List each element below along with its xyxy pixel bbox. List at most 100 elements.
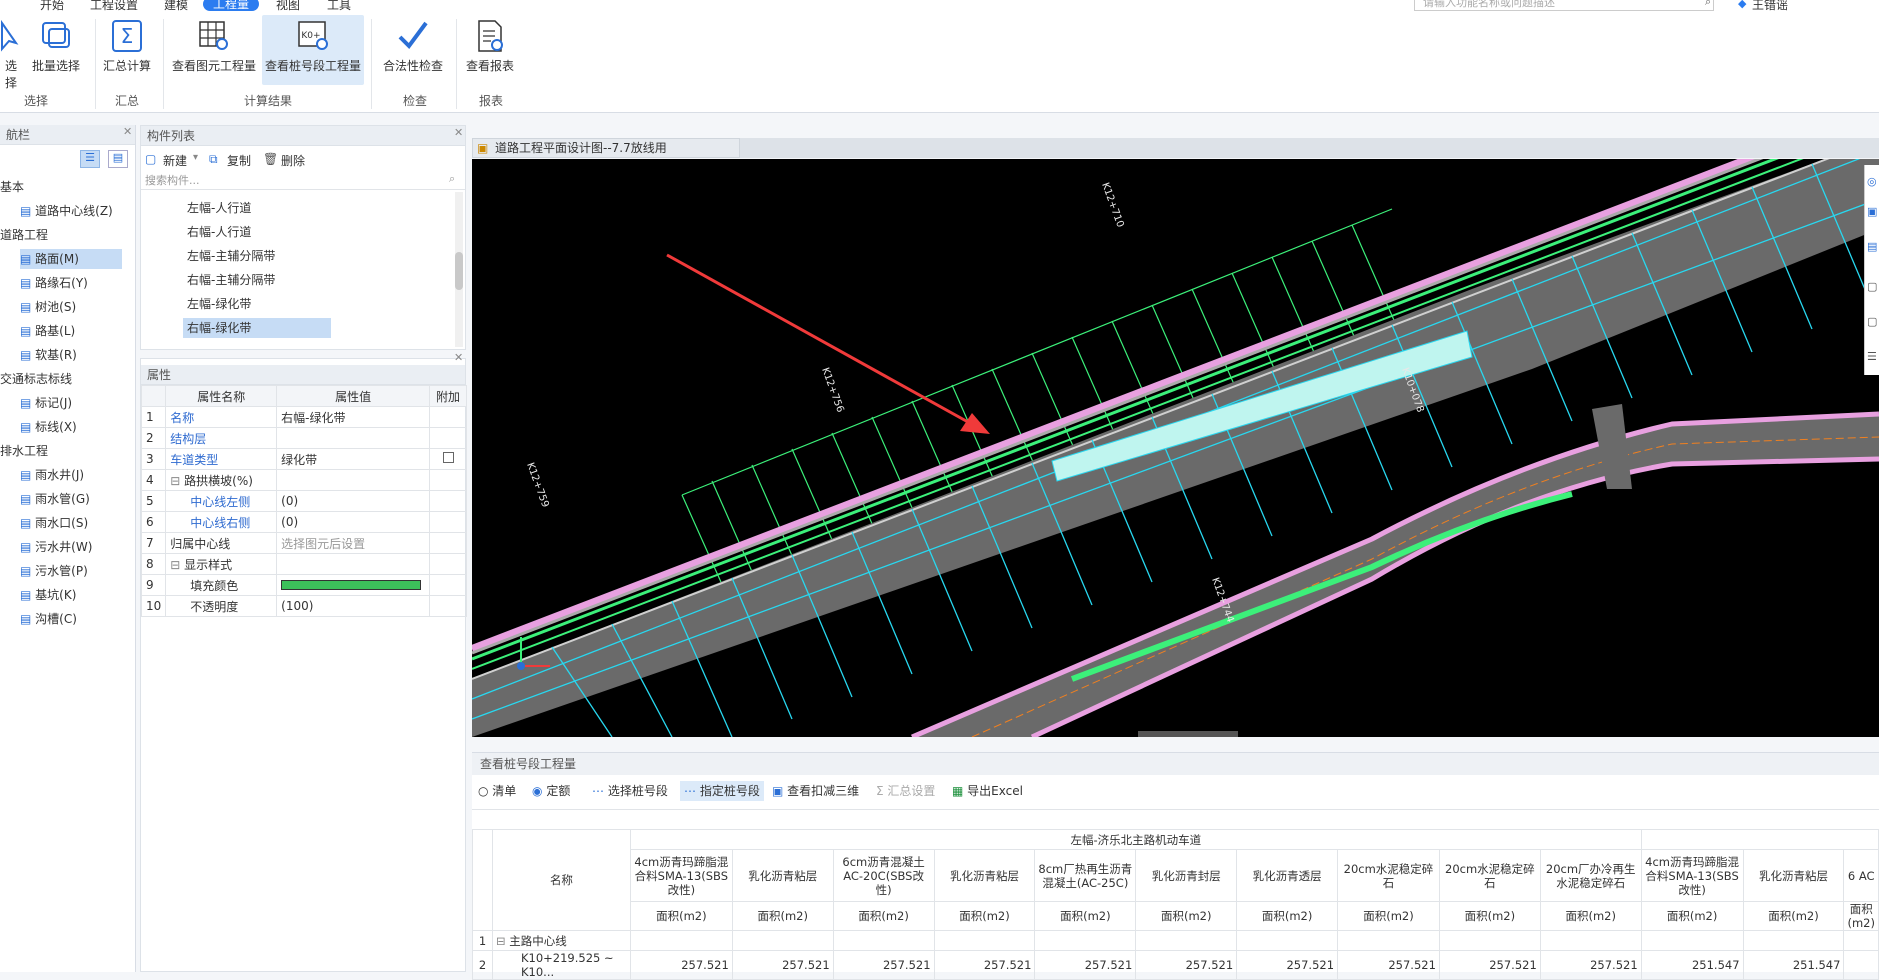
- table-cell[interactable]: [1438, 930, 1541, 951]
- nav-category[interactable]: 排水工程: [0, 441, 48, 461]
- color-swatch[interactable]: [281, 580, 422, 590]
- sidebar-item[interactable]: ▤ 基坑(K): [20, 585, 122, 605]
- sidebar-item[interactable]: ▤ 污水井(W): [20, 537, 122, 557]
- property-row[interactable]: 5 中心线左侧 (0): [140, 490, 467, 512]
- frame-icon[interactable]: ▢: [1867, 280, 1877, 293]
- column-header[interactable]: 乳化沥青粘层: [933, 849, 1036, 902]
- property-value[interactable]: [276, 574, 431, 596]
- table-cell[interactable]: [731, 930, 834, 951]
- table-cell[interactable]: [1236, 930, 1339, 951]
- list-item[interactable]: 右幅-人行道: [183, 222, 331, 242]
- menu-project-settings[interactable]: 工程设置: [90, 0, 138, 13]
- chevron-down-icon[interactable]: ▾: [193, 152, 198, 163]
- property-value[interactable]: 绿化带: [276, 448, 431, 470]
- select-button[interactable]: 选择: [0, 15, 22, 90]
- copy-button[interactable]: 复制: [227, 152, 251, 169]
- list-item[interactable]: 左幅-人行道: [183, 198, 331, 218]
- table-cell[interactable]: [832, 930, 935, 951]
- row-name[interactable]: K10+219.525 ~ K10...: [491, 950, 631, 980]
- list-icon[interactable]: ☰: [1867, 350, 1877, 363]
- checkbox[interactable]: [442, 452, 454, 463]
- collapse-icon[interactable]: ⊟: [496, 934, 509, 948]
- export-excel-button[interactable]: ▦ 导出Excel: [952, 781, 1023, 801]
- collapse-icon[interactable]: ⊟: [170, 474, 184, 488]
- table-cell[interactable]: 257.521: [1236, 950, 1339, 980]
- property-row[interactable]: 9 填充颜色: [140, 574, 467, 596]
- nav-category[interactable]: 基本: [0, 177, 24, 197]
- table-cell[interactable]: 257.521: [731, 950, 834, 980]
- component-search-input[interactable]: 搜索构件...: [141, 172, 465, 190]
- sidebar-item[interactable]: ▤ 路基(L): [20, 321, 122, 341]
- sidebar-item[interactable]: ▤ 路面(M): [20, 249, 122, 269]
- property-value[interactable]: [276, 469, 431, 491]
- property-row[interactable]: 2 结构层: [140, 427, 467, 449]
- property-value[interactable]: 右幅-绿化带: [276, 406, 431, 428]
- radio-quota[interactable]: ◉ 定额: [532, 781, 570, 801]
- sidebar-item[interactable]: ▤ 雨水井(J): [20, 465, 122, 485]
- menu-quantity[interactable]: 工程量: [203, 0, 260, 11]
- table-cell[interactable]: [1843, 950, 1879, 980]
- search-icon[interactable]: ⌕: [449, 172, 455, 186]
- close-icon[interactable]: ✕: [454, 351, 463, 364]
- menu-start[interactable]: 开始: [40, 0, 64, 13]
- sidebar-item[interactable]: ▤ 软基(R): [20, 345, 122, 365]
- property-row[interactable]: 1 名称 右幅-绿化带: [140, 406, 467, 428]
- nav-category[interactable]: 道路工程: [0, 225, 48, 245]
- table-cell[interactable]: [1034, 930, 1137, 951]
- table-cell[interactable]: 257.521: [1135, 950, 1238, 980]
- property-row[interactable]: 8 ⊟ 显示样式: [140, 553, 467, 575]
- property-value[interactable]: (0): [276, 490, 431, 512]
- table-cell[interactable]: [1337, 930, 1440, 951]
- table-cell[interactable]: 257.521: [832, 950, 935, 980]
- view-report-button[interactable]: 查看报表: [462, 15, 518, 85]
- column-header[interactable]: 乳化沥青封层: [1135, 849, 1238, 902]
- column-header[interactable]: 乳化沥青粘层: [731, 849, 834, 902]
- table-cell[interactable]: 257.521: [1438, 950, 1541, 980]
- property-row[interactable]: 6 中心线右侧 (0): [140, 511, 467, 533]
- column-header[interactable]: 8cm厂热再生沥青混凝土(AC-25C): [1034, 849, 1137, 902]
- assign-station-button[interactable]: ⋯ 指定桩号段: [680, 781, 764, 801]
- summary-settings-button[interactable]: Σ 汇总设置: [876, 781, 935, 801]
- view-station-quantity-button[interactable]: K0+ 查看桩号段工程量: [262, 15, 364, 85]
- select-station-button[interactable]: ⋯ 选择桩号段: [592, 781, 668, 801]
- search-input[interactable]: 请输入功能名称或问题描述: [1414, 0, 1714, 11]
- table-cell[interactable]: 257.521: [933, 950, 1036, 980]
- menu-modeling[interactable]: 建模: [164, 0, 188, 13]
- list-item[interactable]: 左幅-主辅分隔带: [183, 246, 331, 266]
- table-cell[interactable]: [1843, 930, 1879, 951]
- nav-category[interactable]: 交通标志标线: [0, 369, 72, 389]
- table-cell[interactable]: 257.521: [1034, 950, 1137, 980]
- close-icon[interactable]: ✕: [123, 125, 132, 138]
- row-name[interactable]: ⊟ 主路中心线: [491, 930, 631, 951]
- drawing-canvas[interactable]: K12+710 K12+756 K12+759 K12+744 K10+078: [472, 159, 1879, 737]
- column-header[interactable]: 6 AC: [1843, 849, 1879, 902]
- property-row[interactable]: 4 ⊟ 路拱横坡(%): [140, 469, 467, 491]
- view-deduct-3d-button[interactable]: ▣ 查看扣减三维: [772, 781, 859, 801]
- sidebar-item[interactable]: ▤ 道路中心线(Z): [20, 201, 122, 221]
- search-icon[interactable]: ⌕: [1705, 0, 1711, 9]
- table-row[interactable]: 2 K10+219.525 ~ K10... 257.521 257.521 257.5…: [472, 950, 1879, 980]
- list-view-icon[interactable]: ☰: [80, 150, 100, 168]
- column-header[interactable]: 20cm厂办冷再生水泥稳定碎石: [1539, 849, 1642, 902]
- list-item[interactable]: 左幅-绿化带: [183, 294, 331, 314]
- sidebar-item[interactable]: ▤ 路缘石(Y): [20, 273, 122, 293]
- table-cell[interactable]: 257.521: [1337, 950, 1440, 980]
- table-cell[interactable]: [1539, 930, 1642, 951]
- summary-calc-button[interactable]: Σ 汇总计算: [100, 15, 154, 85]
- cube-icon[interactable]: ▣: [1867, 205, 1877, 218]
- validity-check-button[interactable]: 合法性检查: [378, 15, 448, 85]
- property-extra[interactable]: [429, 448, 467, 470]
- collapse-icon[interactable]: ⊟: [170, 558, 184, 572]
- table-cell[interactable]: 257.521: [629, 950, 733, 980]
- layer-icon[interactable]: ▤: [1867, 240, 1877, 253]
- table-cell[interactable]: 251.547: [1742, 950, 1845, 980]
- sidebar-item[interactable]: ▤ 树池(S): [20, 297, 122, 317]
- delete-button[interactable]: 删除: [281, 152, 305, 169]
- table-cell[interactable]: [629, 930, 733, 951]
- new-button[interactable]: 新建: [163, 152, 187, 169]
- column-header[interactable]: 乳化沥青粘层: [1742, 849, 1845, 902]
- frame-icon[interactable]: ▢: [1867, 315, 1877, 328]
- batch-select-button[interactable]: 批量选择: [28, 15, 84, 85]
- column-header[interactable]: 20cm水泥稳定碎石: [1438, 849, 1541, 902]
- column-header[interactable]: 乳化沥青透层: [1236, 849, 1339, 902]
